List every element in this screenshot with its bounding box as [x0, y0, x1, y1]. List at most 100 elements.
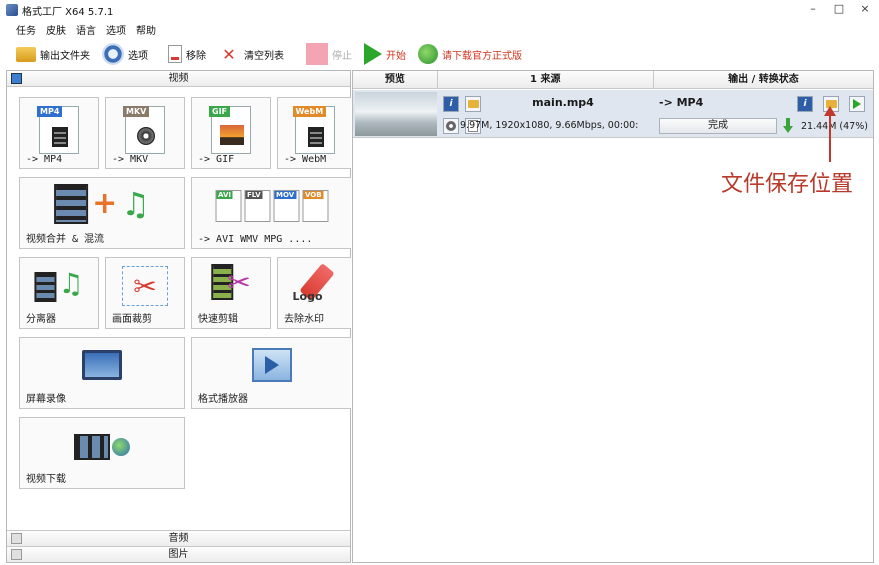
webm-file-icon: WebM — [292, 106, 335, 154]
category-audio[interactable]: 音频 — [7, 530, 350, 546]
output-info-button[interactable]: i — [797, 96, 813, 112]
title-bar: 格式工厂 X64 5.7.1 – □ × — [0, 0, 879, 20]
category-picture-label: 图片 — [168, 549, 189, 560]
gear-icon — [102, 43, 124, 65]
output-folder-button[interactable]: 输出文件夹 — [12, 42, 94, 66]
menu-bar: 任务 皮肤 语言 选项 帮助 — [0, 22, 156, 38]
start-label: 开始 — [386, 50, 406, 62]
download-official-label: 请下载官方正式版 — [442, 50, 522, 62]
disc-icon — [137, 127, 155, 145]
mov-badge: MOV — [274, 191, 297, 199]
tile-crop[interactable]: ✂ 画面裁剪 — [105, 257, 185, 329]
quick-cut-icon: ✂ — [211, 264, 251, 300]
tile-to-gif[interactable]: GIF -> GIF — [191, 97, 271, 169]
remove-button[interactable]: 移除 — [164, 42, 210, 66]
clear-icon: ✕ — [222, 44, 236, 64]
category-picture[interactable]: 图片 — [7, 546, 350, 562]
window-title: 格式工厂 X64 5.7.1 — [22, 6, 114, 18]
window-controls: – □ × — [807, 2, 871, 15]
video-thumbnail — [355, 92, 437, 136]
toolbar: 输出文件夹 选项 移除 ✕ 清空列表 停止 开始 请下载官方正式版 — [0, 40, 879, 68]
monitor-icon — [82, 350, 122, 380]
mp4-file-icon: MP4 — [37, 106, 79, 154]
tile-remove-watermark[interactable]: Logo 去除水印 — [277, 257, 351, 329]
avi-badge: AVI — [216, 191, 233, 199]
tile-player[interactable]: 格式播放器 — [191, 337, 351, 409]
tile-to-mkv[interactable]: MKV -> MKV — [105, 97, 185, 169]
tile-label: 格式播放器 — [198, 394, 248, 405]
tile-to-webm[interactable]: WebM -> WebM — [277, 97, 351, 169]
options-button[interactable]: 选项 — [98, 42, 152, 66]
source-filename: main.mp4 — [532, 96, 594, 109]
tile-video-download[interactable]: 视频下载 — [19, 417, 185, 489]
video-tiles: MP4 -> MP4 MKV -> MKV GIF -> GIF WebM ->… — [19, 97, 351, 535]
start-button[interactable]: 开始 — [360, 42, 410, 66]
output-folder-label: 输出文件夹 — [40, 50, 90, 62]
player-icon — [251, 348, 292, 382]
source-settings-button[interactable] — [443, 118, 459, 134]
tile-label: -> AVI WMV MPG .... — [198, 234, 313, 245]
category-video-label: 视频 — [168, 73, 189, 84]
mkv-badge: MKV — [123, 106, 150, 117]
vob-badge: VOB — [303, 191, 324, 199]
source-info-button[interactable]: i — [443, 96, 459, 112]
image-icon — [220, 125, 244, 145]
tile-splitter[interactable]: ♫ 分离器 — [19, 257, 99, 329]
options-label: 选项 — [128, 50, 148, 62]
remove-icon — [168, 45, 182, 63]
remove-label: 移除 — [186, 50, 206, 62]
tile-to-mp4[interactable]: MP4 -> MP4 — [19, 97, 99, 169]
menu-skin[interactable]: 皮肤 — [46, 22, 66, 38]
tile-label: 屏幕录像 — [26, 394, 66, 405]
tile-label: 视频下载 — [26, 474, 66, 485]
output-play-button[interactable] — [849, 96, 865, 112]
tile-to-multi-format[interactable]: AVI FLV MOV VOB -> AVI WMV MPG .... — [191, 177, 351, 249]
eraser-icon: Logo — [293, 263, 337, 306]
merge-icon: + ♫ — [54, 184, 150, 224]
source-folder-button[interactable] — [465, 96, 481, 112]
video-download-icon — [74, 434, 130, 460]
stop-button[interactable]: 停止 — [302, 42, 356, 66]
film-icon — [307, 127, 324, 147]
app-icon — [6, 4, 18, 16]
task-row[interactable]: i main.mp4 9.97M, 1920x1080, 9.66Mbps, 0… — [353, 90, 873, 138]
annotation-text: 文件保存位置 — [721, 172, 854, 197]
flv-badge: FLV — [245, 191, 263, 199]
menu-language[interactable]: 语言 — [76, 22, 96, 38]
header-source[interactable]: 1 来源 — [438, 71, 654, 88]
header-output[interactable]: 输出 / 转换状态 — [654, 71, 873, 88]
clear-list-label: 清空列表 — [244, 50, 284, 62]
function-panel: 视频 MP4 -> MP4 MKV -> MKV GIF -> GIF WebM… — [6, 70, 351, 563]
audio-icon — [11, 533, 22, 544]
menu-options[interactable]: 选项 — [106, 22, 126, 38]
tile-screen-record[interactable]: 屏幕录像 — [19, 337, 185, 409]
picture-icon — [11, 549, 22, 560]
play-icon — [364, 43, 382, 65]
tile-label: -> MP4 — [26, 154, 63, 165]
download-official-button[interactable]: 请下载官方正式版 — [414, 42, 526, 66]
tile-label: -> MKV — [112, 154, 149, 165]
header-preview[interactable]: 预览 — [353, 71, 438, 88]
tile-label: 快速剪辑 — [198, 314, 238, 325]
tile-label: 去除水印 — [284, 314, 324, 325]
gif-file-icon: GIF — [209, 106, 251, 154]
menu-task[interactable]: 任务 — [16, 22, 36, 38]
menu-help[interactable]: 帮助 — [136, 22, 156, 38]
clear-list-button[interactable]: ✕ 清空列表 — [214, 42, 288, 66]
annotation-arrow-line — [829, 112, 831, 162]
status-completed: 完成 — [659, 118, 777, 134]
output-format: -> MP4 — [659, 96, 704, 109]
maximize-button[interactable]: □ — [833, 2, 845, 15]
mp4-badge: MP4 — [37, 106, 63, 117]
minimize-button[interactable]: – — [807, 2, 819, 15]
folder-icon — [16, 46, 36, 62]
close-button[interactable]: × — [859, 2, 871, 15]
globe-icon — [418, 44, 438, 64]
tile-merge[interactable]: + ♫ 视频合并 & 混流 — [19, 177, 185, 249]
bottom-categories: 音频 图片 — [7, 530, 350, 562]
tile-quick-cut[interactable]: ✂ 快速剪辑 — [191, 257, 271, 329]
gif-badge: GIF — [209, 106, 231, 117]
film-icon — [11, 73, 22, 84]
task-list-header: 预览 1 来源 输出 / 转换状态 — [353, 71, 873, 89]
category-video[interactable]: 视频 — [7, 71, 350, 87]
